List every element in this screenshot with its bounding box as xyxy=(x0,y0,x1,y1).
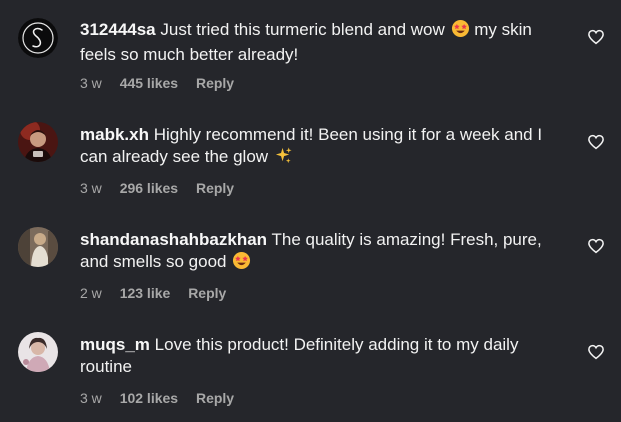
comment-text: muqs_m Love this product! Definitely add… xyxy=(80,334,565,378)
avatar-photo xyxy=(18,332,58,372)
comment-username[interactable]: mabk.xh xyxy=(80,125,149,144)
comment-meta: 3 w 445 likes Reply xyxy=(80,74,248,92)
avatar-photo xyxy=(18,227,58,267)
reply-button[interactable]: Reply xyxy=(196,390,234,406)
comment-likes[interactable]: 102 likes xyxy=(120,390,178,406)
comment-list: 312444sa Just tried this turmeric blend … xyxy=(0,0,621,422)
comment-message: Just tried this turmeric blend and wow xyxy=(160,20,445,39)
comment-item: muqs_m Love this product! Definitely add… xyxy=(0,315,621,415)
comment-likes[interactable]: 445 likes xyxy=(120,75,178,91)
comment-time: 3 w xyxy=(80,390,102,406)
comment-time: 2 w xyxy=(80,285,102,301)
comment-username[interactable]: shandanashahbazkhan xyxy=(80,230,267,249)
avatar[interactable] xyxy=(18,18,58,58)
heart-outline-icon[interactable] xyxy=(587,343,605,361)
comment-username[interactable]: 312444sa xyxy=(80,20,156,39)
avatar[interactable] xyxy=(18,122,58,162)
star-struck-emoji-icon xyxy=(451,19,470,44)
reply-button[interactable]: Reply xyxy=(196,75,234,91)
heart-outline-icon[interactable] xyxy=(587,237,605,255)
avatar[interactable] xyxy=(18,332,58,372)
comment-text: mabk.xh Highly recommend it! Been using … xyxy=(80,124,565,171)
comment-text: 312444sa Just tried this turmeric blend … xyxy=(80,19,565,66)
comment-time: 3 w xyxy=(80,75,102,91)
comment-message: Highly recommend it! Been using it for a… xyxy=(80,125,543,166)
reply-button[interactable]: Reply xyxy=(196,180,234,196)
avatar-photo xyxy=(18,122,58,162)
comment-item: shandanashahbazkhan The quality is amazi… xyxy=(0,210,621,310)
avatar[interactable] xyxy=(18,227,58,267)
comment-meta: 2 w 123 like Reply xyxy=(80,284,240,302)
comment-likes[interactable]: 296 likes xyxy=(120,180,178,196)
sparkles-emoji-icon xyxy=(274,146,293,171)
heart-outline-icon[interactable] xyxy=(587,133,605,151)
comment-time: 3 w xyxy=(80,180,102,196)
comment-username[interactable]: muqs_m xyxy=(80,335,150,354)
star-struck-emoji-icon xyxy=(232,251,251,276)
comment-meta: 3 w 102 likes Reply xyxy=(80,389,248,407)
comment-item: 312444sa Just tried this turmeric blend … xyxy=(0,0,621,100)
comment-meta: 3 w 296 likes Reply xyxy=(80,179,248,197)
reply-button[interactable]: Reply xyxy=(188,285,226,301)
comment-likes[interactable]: 123 like xyxy=(120,285,171,301)
comment-text: shandanashahbazkhan The quality is amazi… xyxy=(80,229,565,276)
avatar-s-logo xyxy=(18,18,58,58)
comment-item: mabk.xh Highly recommend it! Been using … xyxy=(0,105,621,205)
heart-outline-icon[interactable] xyxy=(587,28,605,46)
